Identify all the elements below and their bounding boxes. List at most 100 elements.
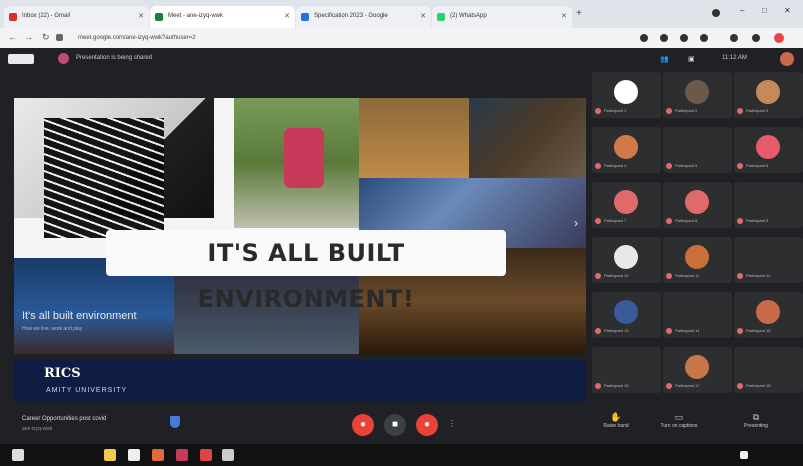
participant-tile[interactable]: Participant 12 [734, 237, 803, 283]
self-avatar[interactable] [780, 52, 794, 66]
presentation-slide: IT'S ALL BUILT ENVIRONMENT! It's all bui… [14, 98, 586, 354]
people-icon[interactable]: 👥 [660, 55, 669, 63]
participant-tile[interactable]: Participant 3 [734, 72, 803, 118]
avatar [614, 80, 638, 104]
participant-tile[interactable]: Participant 15 [734, 292, 803, 338]
participant-tile[interactable]: Participant 14 [663, 292, 732, 338]
notification-icon[interactable] [740, 451, 748, 459]
participant-tile[interactable]: Participant 9 [734, 182, 803, 228]
slide-subcaption: How we live, work and play [22, 326, 83, 332]
participant-grid: Participant 1 Participant 2 Participant 3 P… [590, 70, 803, 408]
mic-muted-icon [666, 108, 672, 114]
close-icon[interactable]: ✕ [284, 12, 290, 20]
file-explorer-icon[interactable] [104, 449, 116, 461]
participant-tile[interactable]: Participant 5 [663, 127, 732, 173]
mic-muted-icon [595, 108, 601, 114]
participant-name: Participant 8 [675, 218, 698, 223]
avatar [614, 300, 638, 324]
extension-icon[interactable] [730, 34, 738, 42]
app-icon[interactable] [200, 449, 212, 461]
slide-prev-icon[interactable]: ‹ [16, 216, 20, 230]
captions-icon: ▭ [674, 412, 684, 422]
extension-icon[interactable] [700, 34, 708, 42]
participant-tile[interactable]: Participant 7 [592, 182, 661, 228]
participant-tile[interactable]: Participant 8 [663, 182, 732, 228]
new-tab-button[interactable]: + [576, 8, 582, 19]
participant-name: Participant 18 [746, 383, 771, 388]
reload-icon[interactable]: ↻ [42, 32, 50, 43]
forward-icon[interactable]: → [24, 32, 33, 42]
microphone-off-button[interactable]: ● [352, 414, 374, 436]
app-icon[interactable] [152, 449, 164, 461]
participant-tile[interactable]: Participant 13 [592, 292, 661, 338]
extension-icon[interactable] [640, 34, 648, 42]
hand-icon: ✋ [610, 412, 622, 422]
url-field[interactable]: meet.google.com/ane-izyq-wwk?authuser=2 [70, 32, 610, 45]
avatar [685, 135, 709, 159]
camera-off-button[interactable]: ● [416, 414, 438, 436]
end-call-button[interactable]: ■ [384, 414, 406, 436]
maximize-icon[interactable]: □ [762, 6, 767, 15]
app-icon[interactable] [222, 449, 234, 461]
close-icon[interactable]: ✕ [561, 12, 567, 20]
avatar [685, 80, 709, 104]
presenter-avatar [58, 53, 69, 64]
participant-tile[interactable]: Participant 11 [663, 237, 732, 283]
meet-logo-icon [8, 54, 34, 64]
participant-tile[interactable]: Participant 10 [592, 237, 661, 283]
mic-muted-icon [595, 218, 601, 224]
mic-muted-icon [666, 273, 672, 279]
tab-meet[interactable]: Meet - ane-izyq-wwk ✕ [150, 6, 295, 28]
app-icon[interactable] [176, 449, 188, 461]
participant-name: Participant 5 [675, 163, 698, 168]
avatar [756, 245, 780, 269]
avatar [685, 190, 709, 214]
more-options-icon[interactable]: ⋮ [448, 419, 456, 428]
participant-tile[interactable]: Participant 2 [663, 72, 732, 118]
participant-tile[interactable]: Participant 18 [734, 347, 803, 393]
participant-tile[interactable]: Participant 16 [592, 347, 661, 393]
tab-label: Inbox (22) - Gmail [22, 13, 71, 19]
captions-button[interactable]: ▭ Turn on captions [654, 412, 704, 429]
participant-name: Participant 15 [746, 328, 771, 333]
tab-docs[interactable]: Specification 2023 - Google ✕ [296, 6, 431, 28]
whatsapp-icon [437, 13, 445, 21]
participant-name: Participant 1 [604, 108, 627, 113]
profile-icon[interactable] [712, 9, 720, 17]
participant-name: Participant 2 [675, 108, 698, 113]
extension-icon[interactable] [660, 34, 668, 42]
extension-icon[interactable] [752, 34, 760, 42]
start-icon[interactable] [12, 449, 24, 461]
participant-tile[interactable]: Participant 17 [663, 347, 732, 393]
meet-main-area: IT'S ALL BUILT ENVIRONMENT! It's all bui… [0, 70, 803, 408]
avatar[interactable] [774, 33, 784, 43]
app-icon[interactable] [128, 449, 140, 461]
participant-tile[interactable]: Participant 1 [592, 72, 661, 118]
minimize-icon[interactable]: – [740, 6, 744, 15]
mic-muted-icon [666, 383, 672, 389]
participant-name: Participant 10 [604, 273, 629, 278]
shield-icon[interactable] [170, 416, 180, 428]
close-icon[interactable]: ✕ [138, 12, 144, 20]
avatar [685, 355, 709, 379]
tab-gmail[interactable]: Inbox (22) - Gmail ✕ [4, 6, 149, 28]
mic-muted-icon [737, 273, 743, 279]
participant-tile[interactable]: Participant 6 [734, 127, 803, 173]
chat-icon[interactable]: ▣ [688, 55, 695, 63]
tab-whatsapp[interactable]: (2) WhatsApp ✕ [432, 6, 572, 28]
participant-name: Participant 17 [675, 383, 700, 388]
back-icon[interactable]: ← [8, 32, 17, 42]
tab-label: Meet - ane-izyq-wwk [168, 13, 224, 19]
presenting-button[interactable]: ⧉ Presenting [726, 412, 786, 429]
browser-tab-bar: Inbox (22) - Gmail ✕ Meet - ane-izyq-wwk… [0, 0, 803, 28]
raise-hand-button[interactable]: ✋ Raise hand [596, 412, 636, 429]
window-close-icon[interactable]: ✕ [784, 6, 791, 15]
slide-next-icon[interactable]: › [574, 216, 578, 230]
tab-label: Specification 2023 - Google [314, 13, 388, 19]
extension-icon[interactable] [680, 34, 688, 42]
avatar [614, 355, 638, 379]
participant-tile[interactable]: Participant 4 [592, 127, 661, 173]
raise-hand-label: Raise hand [603, 423, 629, 429]
gmail-icon [9, 13, 17, 21]
close-icon[interactable]: ✕ [420, 12, 426, 20]
